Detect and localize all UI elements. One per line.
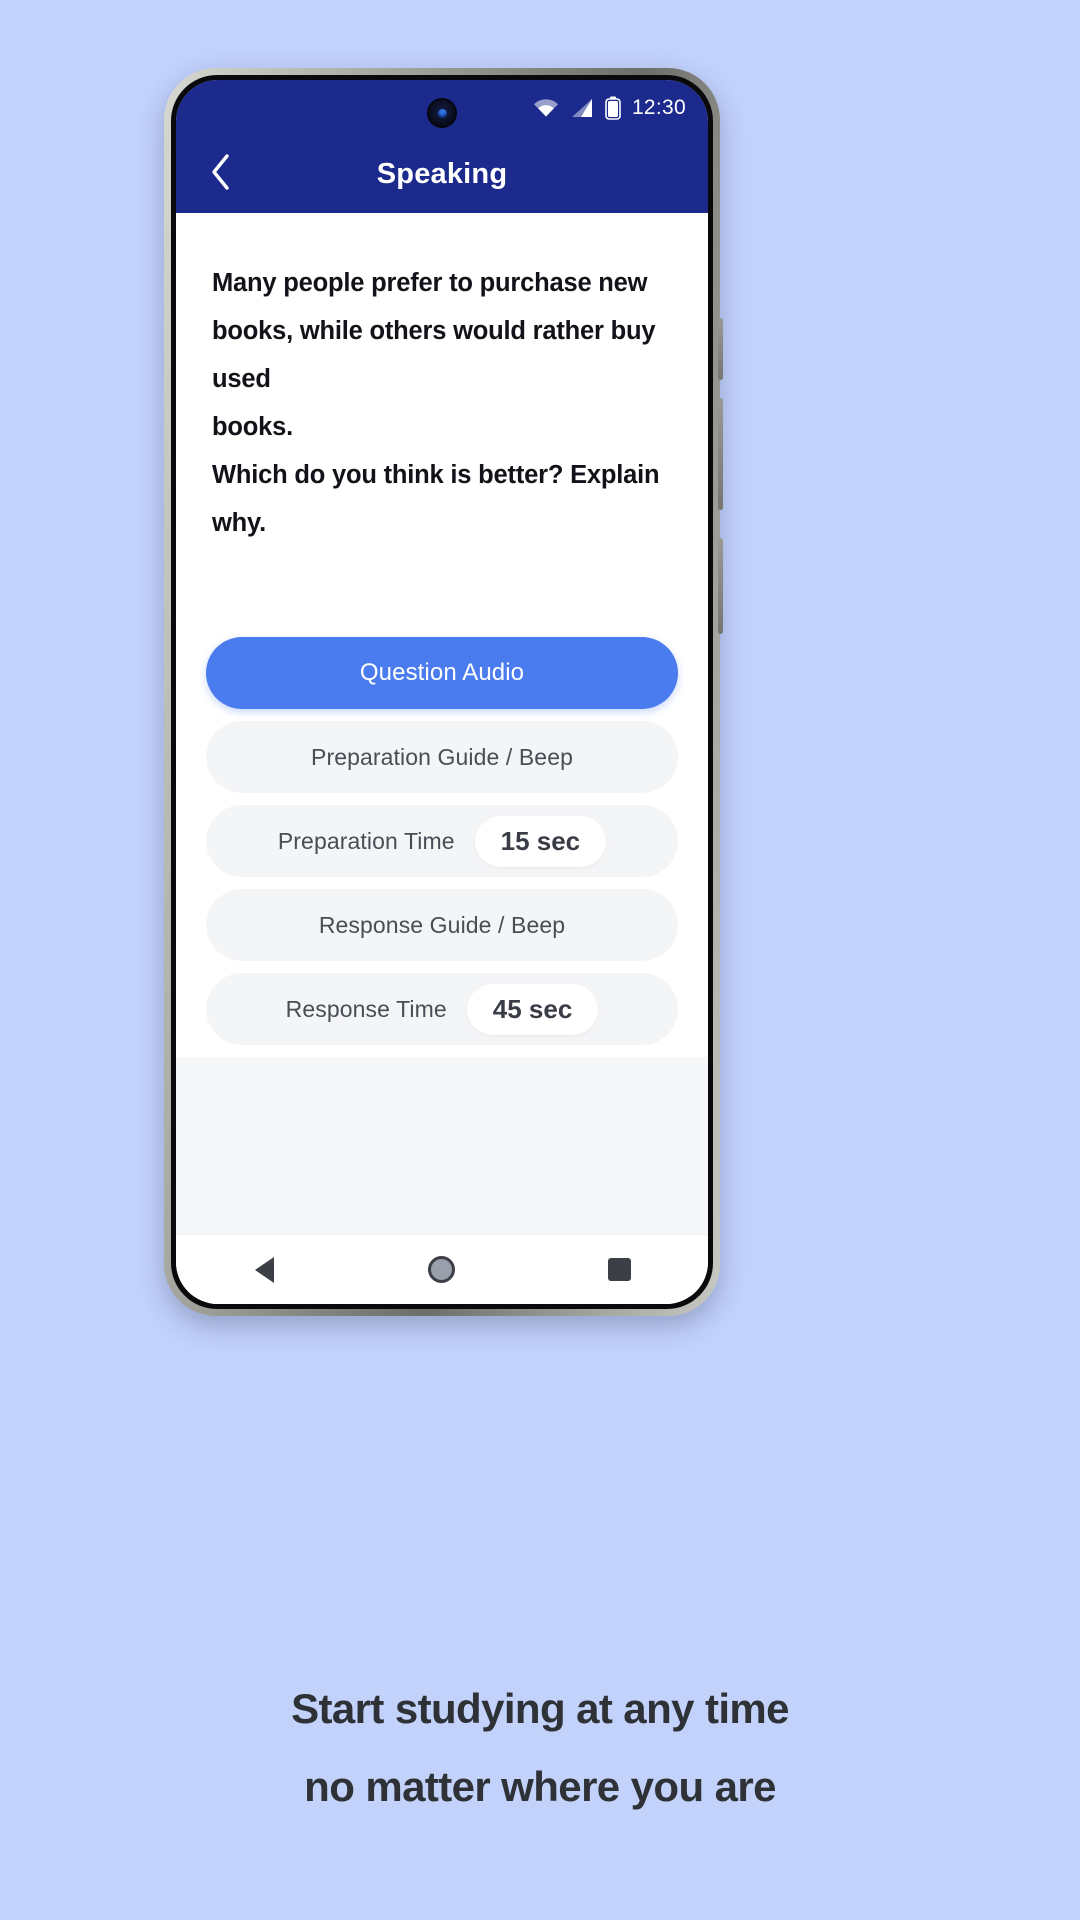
caption-line: no matter where you are [304, 1763, 776, 1810]
phone-side-button [718, 318, 723, 380]
response-time-value[interactable]: 45 sec [466, 983, 599, 1035]
preparation-guide-row[interactable]: Preparation Guide / Beep [206, 721, 678, 793]
wifi-icon [533, 98, 559, 118]
screen-content: Many people prefer to purchase new books… [176, 213, 708, 1234]
phone-power-button [718, 538, 723, 634]
preparation-time-row[interactable]: Preparation Time 15 sec [206, 805, 678, 877]
phone-screen: 12:30 Speaking Many people prefer to pur… [176, 80, 708, 1304]
question-line: Which do you think is better? Explain wh… [212, 461, 660, 537]
nav-recents-button[interactable] [584, 1244, 654, 1296]
bottom-panel [176, 1057, 708, 1234]
app-bar: Speaking [176, 135, 708, 213]
battery-icon [605, 96, 621, 120]
question-line: books, while others would rather buy use… [212, 317, 656, 393]
row-label: Preparation Guide / Beep [311, 743, 573, 770]
phone-frame: 12:30 Speaking Many people prefer to pur… [164, 68, 723, 1316]
question-line: Many people prefer to purchase new [212, 269, 648, 297]
question-prompt: Many people prefer to purchase new books… [176, 213, 708, 547]
status-bar-clock: 12:30 [631, 95, 686, 119]
row-label: Question Audio [359, 659, 525, 686]
recents-square-icon [607, 1258, 631, 1281]
phone-bezel: 12:30 Speaking Many people prefer to pur… [171, 75, 713, 1309]
home-circle-icon [428, 1256, 456, 1283]
row-label: Preparation Time [277, 827, 455, 854]
preparation-time-value[interactable]: 15 sec [474, 815, 607, 867]
response-time-row[interactable]: Response Time 45 sec [206, 973, 678, 1045]
chevron-left-icon [209, 153, 233, 196]
status-bar-icons: 12:30 [533, 96, 686, 120]
page-title: Speaking [376, 157, 508, 190]
promo-screenshot: 12:30 Speaking Many people prefer to pur… [0, 0, 1080, 1920]
android-navigation-bar [176, 1234, 708, 1304]
promo-caption: Start studying at any time no matter whe… [0, 1670, 1080, 1826]
nav-back-button[interactable] [230, 1244, 300, 1296]
nav-home-button[interactable] [407, 1244, 477, 1296]
front-camera-icon [429, 100, 455, 126]
row-label: Response Guide / Beep [318, 911, 566, 938]
question-line: books. [212, 413, 293, 441]
status-bar: 12:30 [176, 80, 708, 135]
back-triangle-icon [255, 1256, 275, 1283]
question-audio-button[interactable]: Question Audio [206, 637, 678, 709]
response-guide-row[interactable]: Response Guide / Beep [206, 889, 678, 961]
cellular-signal-icon [570, 98, 594, 118]
back-button[interactable] [198, 151, 244, 197]
caption-line: Start studying at any time [291, 1685, 789, 1732]
phone-volume-button [718, 398, 723, 510]
row-label: Response Time [285, 995, 447, 1022]
action-list: Question Audio Preparation Guide / Beep … [176, 597, 708, 1057]
